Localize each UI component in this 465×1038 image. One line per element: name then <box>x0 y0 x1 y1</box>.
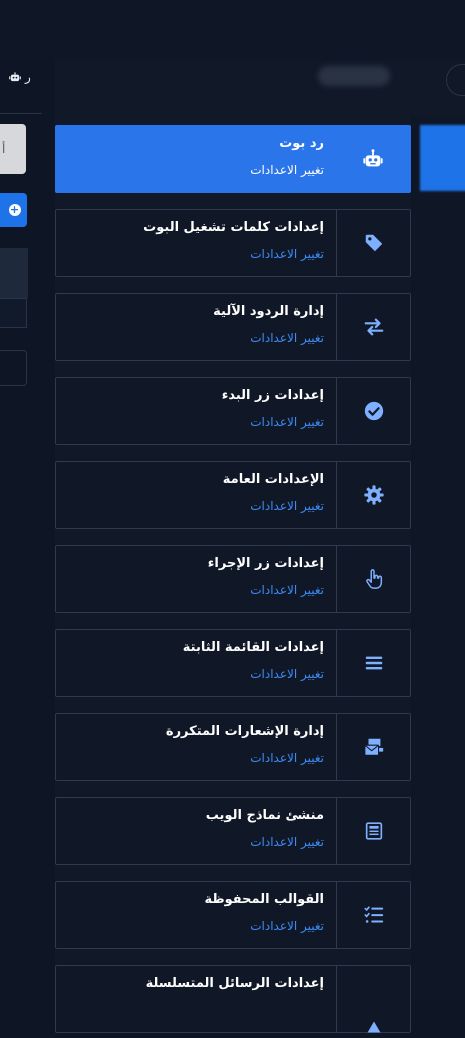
icon-cell <box>336 126 410 192</box>
menu-item-subtitle[interactable]: تغيير الاعدادات <box>250 583 324 597</box>
tag-icon <box>365 234 382 252</box>
right-blue-strip <box>420 125 465 191</box>
icon-cell <box>336 882 410 948</box>
menu-item-subtitle[interactable]: تغيير الاعدادات <box>250 163 324 177</box>
left-panel-row <box>0 298 27 328</box>
menu-item-start-button[interactable]: إعدادات زر البدء تغيير الاعدادات <box>55 377 411 445</box>
top-bot-label[interactable]: ر <box>8 70 31 84</box>
blurred-chip <box>318 66 390 86</box>
exchange-arrows-icon <box>364 318 383 336</box>
icon-cell <box>336 462 410 528</box>
left-gray-button[interactable]: أ <box>0 124 26 174</box>
menu-item-general-settings[interactable]: الإعدادات العامة تغيير الاعدادات <box>55 461 411 529</box>
icon-cell <box>336 378 410 444</box>
menu-item-recurring-notifications[interactable]: إدارة الإشعارات المتكررة تغيير الاعدادات <box>55 713 411 781</box>
menu-item-subtitle[interactable]: تغيير الاعدادات <box>250 667 324 681</box>
menu-item-title: إعدادات الرسائل المتسلسلة <box>145 976 324 991</box>
menu-item-title: إدارة الردود الآلية <box>213 304 324 319</box>
left-panel-block <box>0 248 28 298</box>
menu-item-saved-templates[interactable]: القوالب المحفوظة تغيير الاعدادات <box>55 881 411 949</box>
top-bot-text: ر <box>25 70 31 84</box>
settings-menu: رد بوت تغيير الاعدادات إعدادات كلمات تشغ… <box>55 115 411 1033</box>
menu-item-title: إدارة الإشعارات المتكررة <box>165 724 324 739</box>
menu-item-subtitle[interactable]: تغيير الاعدادات <box>250 331 324 345</box>
icon-cell <box>336 546 410 612</box>
icon-cell <box>336 966 410 1033</box>
menu-item-title: إعدادات زر البدء <box>221 388 324 403</box>
left-add-button[interactable]: + <box>0 193 27 227</box>
menu-item-subtitle[interactable]: تغيير الاعدادات <box>250 415 324 429</box>
menu-item-title: منشئ نماذج الويب <box>205 808 324 823</box>
menu-item-action-button[interactable]: إعدادات زر الإجراء تغيير الاعدادات <box>55 545 411 613</box>
menu-item-title: إعدادات القائمة الثابتة <box>182 640 324 655</box>
menu-item-title: إعدادات زر الإجراء <box>207 556 324 571</box>
gear-icon <box>363 485 384 505</box>
menu-item-title: القوالب المحفوظة <box>204 892 324 907</box>
menu-item-subtitle[interactable]: تغيير الاعدادات <box>250 751 324 765</box>
robot-icon <box>363 149 383 167</box>
triangle-icon <box>367 1021 380 1033</box>
left-outline-field[interactable] <box>0 350 27 386</box>
icon-cell <box>336 714 410 780</box>
menu-item-subtitle[interactable]: تغيير الاعدادات <box>250 919 324 933</box>
menu-bars-icon <box>365 656 382 670</box>
menu-item-title: رد بوت <box>279 136 324 151</box>
robot-icon <box>9 72 21 82</box>
hand-pointer-icon <box>365 569 382 589</box>
menu-item-auto-replies[interactable]: إدارة الردود الآلية تغيير الاعدادات <box>55 293 411 361</box>
menu-item-sequence-messages[interactable]: إعدادات الرسائل المتسلسلة <box>55 965 411 1033</box>
menu-item-title: إعدادات كلمات تشغيل البوت <box>143 220 324 235</box>
icon-cell <box>336 294 410 360</box>
icon-cell <box>336 630 410 696</box>
menu-item-subtitle[interactable]: تغيير الاعدادات <box>250 499 324 513</box>
icon-cell <box>336 798 410 864</box>
menu-item-persistent-menu[interactable]: إعدادات القائمة الثابتة تغيير الاعدادات <box>55 629 411 697</box>
menu-item-bot-keywords[interactable]: إعدادات كلمات تشغيل البوت تغيير الاعدادا… <box>55 209 411 277</box>
menu-item-subtitle[interactable]: تغيير الاعدادات <box>250 247 324 261</box>
menu-item-web-forms[interactable]: منشئ نماذج الويب تغيير الاعدادات <box>55 797 411 865</box>
plus-icon: + <box>8 203 21 216</box>
menu-item-title: الإعدادات العامة <box>222 472 324 487</box>
left-divider <box>0 113 42 114</box>
envelopes-icon <box>363 738 383 756</box>
app-topbar <box>0 0 465 60</box>
icon-cell <box>336 210 410 276</box>
check-circle-icon <box>364 401 383 421</box>
right-dark-strip <box>412 115 465 1000</box>
menu-item-bot-reply[interactable]: رد بوت تغيير الاعدادات <box>55 125 411 193</box>
menu-item-subtitle[interactable]: تغيير الاعدادات <box>250 835 324 849</box>
left-gray-button-label: أ <box>2 142 6 156</box>
overlay-header <box>55 60 465 115</box>
form-icon <box>365 822 382 840</box>
checklist-icon <box>363 906 383 923</box>
